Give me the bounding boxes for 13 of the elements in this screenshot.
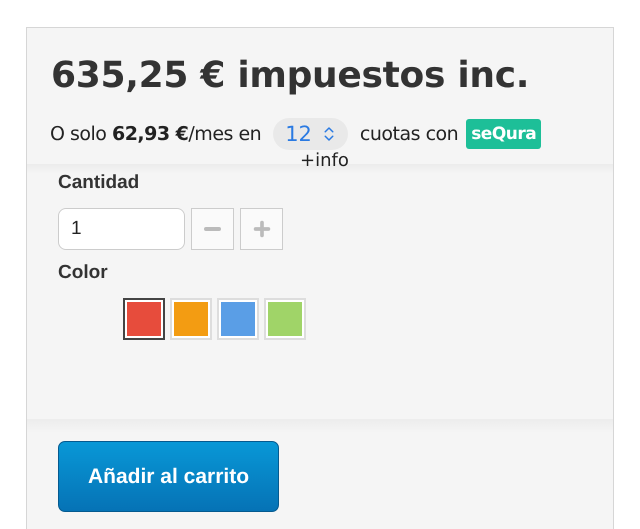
decrement-button[interactable]	[191, 208, 234, 250]
installment-text: cuotas con	[360, 123, 458, 145]
installment-text: O solo 62,93 €/mes en	[50, 123, 262, 145]
provider-logo: seQura	[466, 119, 542, 149]
quantity-label: Cantidad	[58, 172, 140, 194]
color-label: Color	[58, 262, 109, 284]
quantity-field[interactable]: 1	[58, 208, 185, 250]
add-to-cart-button[interactable]: Añadir al carrito	[58, 441, 279, 512]
color-swatch[interactable]	[123, 298, 165, 340]
minus-icon	[204, 227, 221, 231]
product-price: 635,25 € impuestos inc.	[51, 54, 530, 98]
increment-button[interactable]	[240, 208, 283, 250]
more-info-link[interactable]: +info	[300, 150, 349, 172]
